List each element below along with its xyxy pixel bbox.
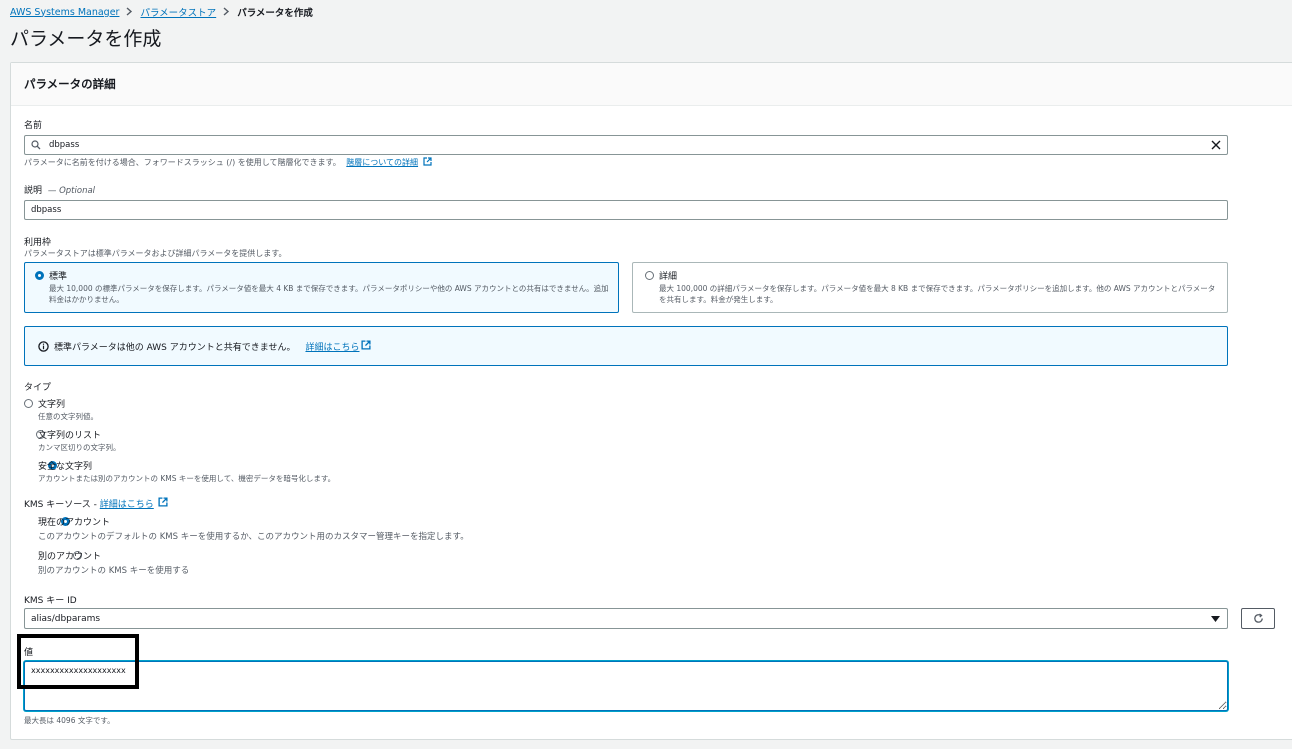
type-stringlist-desc: カンマ区切りの文字列。 xyxy=(38,443,121,452)
description-input[interactable]: dbpass xyxy=(24,200,1228,220)
type-string-desc: 任意の文字列値。 xyxy=(38,412,98,421)
description-label-text: 説明 xyxy=(24,186,43,196)
tier-desc: パラメータストアは標準パラメータおよび詳細パラメータを提供します。 xyxy=(24,249,287,258)
kms-source-label: KMS キーソース - 詳細はこちら xyxy=(24,497,168,510)
tier-advanced-tile[interactable]: 詳細 最大 100,000 の詳細パラメータを保存します。パラメータ値を最大 8… xyxy=(632,262,1228,313)
page-title: パラメータを作成 xyxy=(10,28,162,50)
info-icon xyxy=(38,341,49,352)
tier-standard-radio[interactable] xyxy=(35,271,44,280)
type-label: タイプ xyxy=(24,383,52,393)
tier-standard-desc: 最大 10,000 の標準パラメータを保存します。パラメータ値を最大 4 KB … xyxy=(49,284,609,304)
refresh-button[interactable] xyxy=(1241,608,1275,629)
kms-current-account-desc: このアカウントのデフォルトの KMS キーを使用するか、このアカウント用のカスタ… xyxy=(38,532,469,542)
chevron-right-icon xyxy=(126,6,133,19)
kms-learn-more-link[interactable]: 詳細はこちら xyxy=(100,497,154,510)
tier-advanced-desc: 最大 100,000 の詳細パラメータを保存します。パラメータ値を最大 8 KB… xyxy=(659,284,1216,304)
refresh-icon xyxy=(1253,613,1264,624)
value-textarea[interactable]: xxxxxxxxxxxxxxxxxxxx xyxy=(24,661,1228,711)
kms-current-account-title[interactable]: 現在のアカウント xyxy=(38,515,110,528)
kms-key-id-select[interactable]: alias/dbparams xyxy=(24,608,1228,629)
search-icon xyxy=(31,140,41,150)
tier-label: 利用枠 xyxy=(24,238,52,248)
tier-advanced-title: 詳細 xyxy=(659,272,678,282)
type-securestring-desc: アカウントまたは別のアカウントの KMS キーを使用して、機密データを暗号化しま… xyxy=(38,474,336,483)
value-hint: 最大長は 4096 文字です。 xyxy=(24,716,115,725)
tier-standard-tile[interactable]: 標準 最大 10,000 の標準パラメータを保存します。パラメータ値を最大 4 … xyxy=(24,262,619,313)
tier-standard-title: 標準 xyxy=(49,272,68,282)
external-link-icon xyxy=(158,497,168,510)
kms-other-account-title[interactable]: 別のアカウント xyxy=(38,549,101,562)
info-text: 標準パラメータは他の AWS アカウントと共有できません。 xyxy=(54,343,296,353)
kms-key-id-value: alias/dbparams xyxy=(31,613,101,624)
kms-key-id-label: KMS キー ID xyxy=(24,596,77,606)
external-link-icon xyxy=(361,340,372,353)
name-input-value: dbpass xyxy=(49,140,80,150)
kms-source-label-text: KMS キーソース - xyxy=(24,500,100,510)
optional-tag: — Optional xyxy=(47,186,96,196)
panel-title: パラメータの詳細 xyxy=(24,77,116,91)
value-label: 値 xyxy=(24,648,34,658)
type-stringlist-title[interactable]: 文字列のリスト xyxy=(38,428,101,441)
info-alert: 標準パラメータは他の AWS アカウントと共有できません。 詳細はこちら xyxy=(24,326,1228,366)
breadcrumb-link-systems-manager[interactable]: AWS Systems Manager xyxy=(10,7,119,18)
clear-icon[interactable] xyxy=(1211,140,1221,150)
name-input[interactable]: dbpass xyxy=(24,135,1228,155)
panel-header: パラメータの詳細 xyxy=(11,63,1292,106)
external-link-icon xyxy=(423,157,432,168)
type-string-radio[interactable] xyxy=(24,399,33,408)
breadcrumb-current: パラメータを作成 xyxy=(237,8,313,19)
description-input-value: dbpass xyxy=(31,205,62,215)
info-learn-more-link[interactable]: 詳細はこちら xyxy=(305,340,359,353)
type-string-title[interactable]: 文字列 xyxy=(38,397,65,410)
tier-advanced-radio[interactable] xyxy=(645,271,654,280)
type-securestring-title[interactable]: 安全な文字列 xyxy=(38,459,92,472)
caret-down-icon xyxy=(1211,615,1220,622)
description-label: 説明 — Optional xyxy=(24,183,95,196)
chevron-right-icon xyxy=(223,6,230,19)
name-hint-text: パラメータに名前を付ける場合、フォワードスラッシュ (/) を使用して階層化でき… xyxy=(24,158,341,167)
kms-other-account-desc: 別のアカウントの KMS キーを使用する xyxy=(38,566,190,576)
breadcrumb-link-parameter-store[interactable]: パラメータストア xyxy=(140,5,216,19)
breadcrumb: AWS Systems Manager パラメータストア パラメータを作成 xyxy=(10,5,313,20)
hierarchy-link[interactable]: 階層についての詳細 xyxy=(346,158,418,167)
name-hint: パラメータに名前を付ける場合、フォワードスラッシュ (/) を使用して階層化でき… xyxy=(24,157,432,168)
name-label: 名前 xyxy=(24,121,43,131)
